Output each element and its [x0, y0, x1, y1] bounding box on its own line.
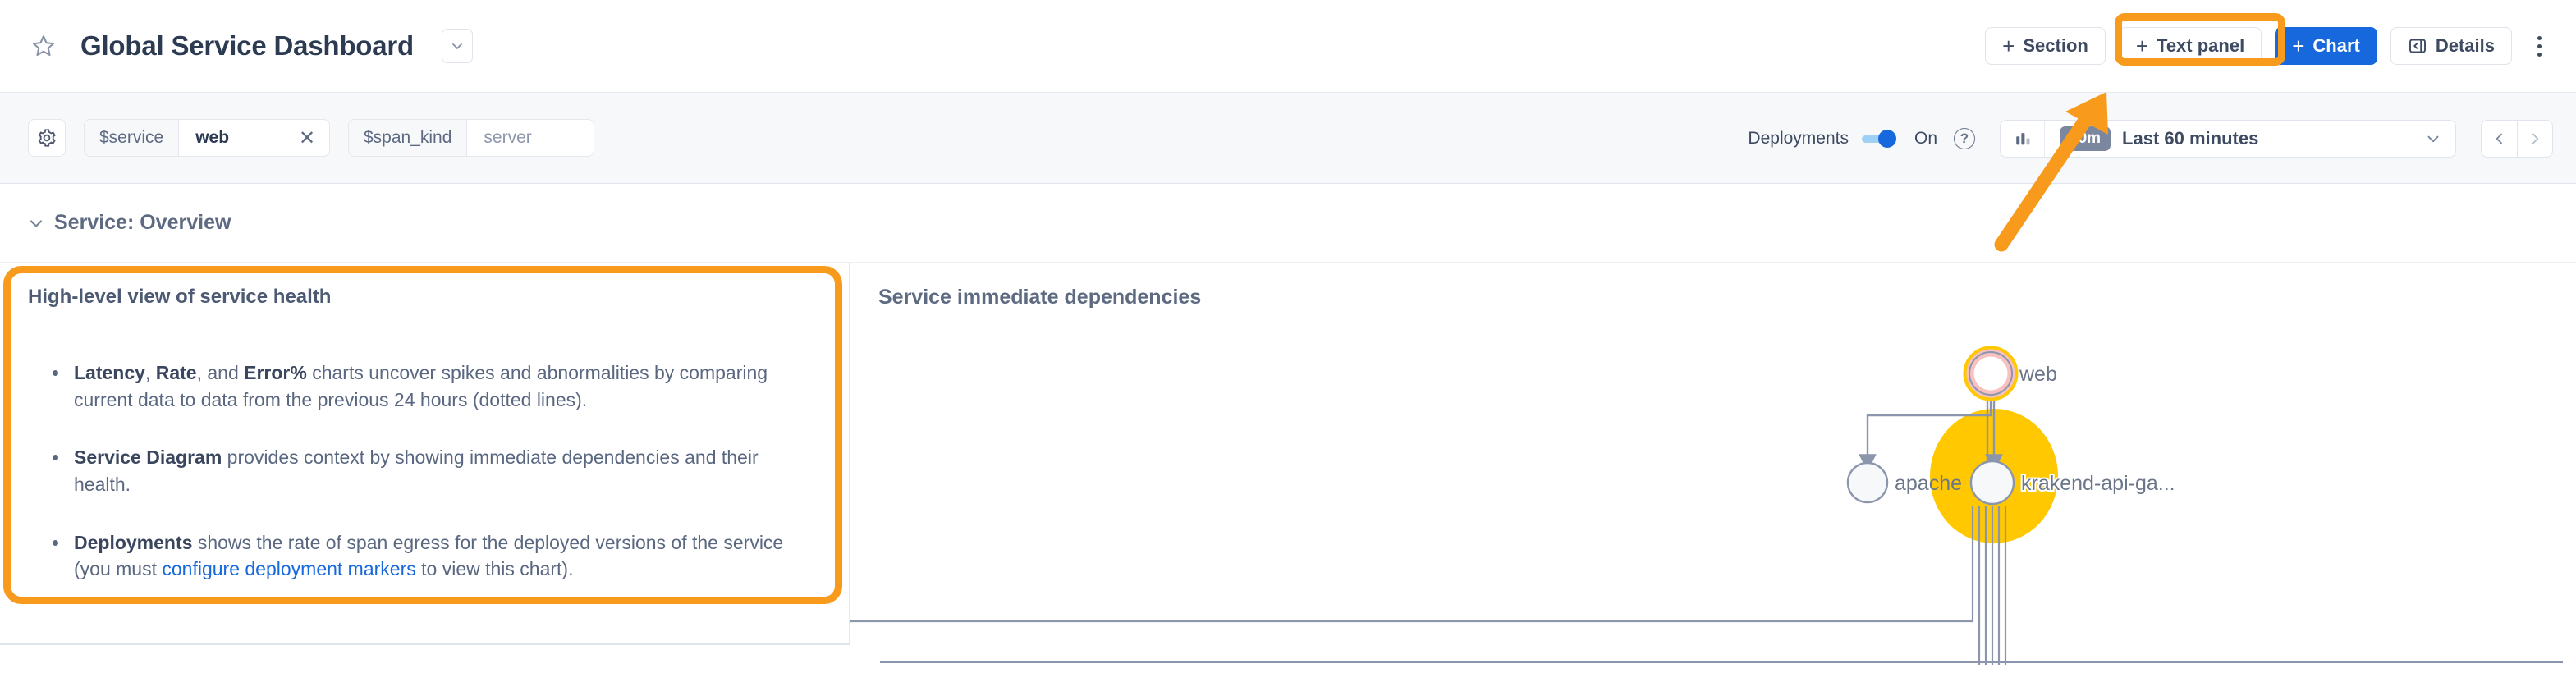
chevron-left-icon	[2496, 133, 2502, 144]
filter-chip-service[interactable]: $service web ✕	[84, 119, 330, 157]
details-button[interactable]: Details	[2390, 27, 2512, 65]
chevron-down-icon	[452, 43, 462, 49]
add-chart-button[interactable]: + Chart	[2275, 27, 2377, 65]
time-histogram-icon[interactable]	[2001, 121, 2045, 157]
favorite-star-icon[interactable]	[28, 30, 59, 62]
bullet-text: to view this chart).	[415, 558, 574, 580]
node-label-apache: apache	[1895, 472, 1962, 495]
web-error-ring	[1966, 349, 2015, 398]
more-options-kebab-icon[interactable]	[2525, 27, 2553, 65]
bullet-text: , and	[196, 362, 245, 383]
add-chart-label: Chart	[2312, 35, 2360, 56]
filter-key-service: $service	[85, 120, 180, 156]
filter-bar-right: Deployments On ? 60m Last 60 minutes	[1748, 93, 2553, 185]
panel-collapse-icon	[2408, 36, 2427, 56]
bullet-emphasis: Latency	[74, 362, 145, 383]
chevron-down-icon[interactable]	[2424, 130, 2442, 148]
diagram-axis-line	[880, 661, 2563, 663]
filter-key-span-kind: $span_kind	[349, 120, 468, 156]
plus-icon: +	[2002, 34, 2015, 58]
page-title: Global Service Dashboard	[80, 30, 415, 61]
deployments-label: Deployments	[1748, 129, 1849, 148]
text-panel-bullet: Deployments shows the rate of span egres…	[49, 529, 788, 583]
time-nav-group	[2481, 120, 2553, 158]
time-range-badge: 60m	[2060, 126, 2111, 151]
node-label-web: web	[2019, 363, 2057, 386]
node-krakend[interactable]	[1969, 460, 2015, 506]
filter-settings-gear-icon[interactable]	[28, 119, 66, 157]
filter-chip-span-kind[interactable]: $span_kind server	[348, 119, 594, 157]
chevron-down-icon	[30, 219, 43, 227]
service-dependency-diagram[interactable]: apache krakend-api-ga... web	[850, 263, 2576, 665]
dependency-graph-svg[interactable]: apache krakend-api-ga... web	[850, 263, 2576, 665]
filter-value-span-kind[interactable]: server	[467, 120, 594, 156]
top-bar-actions: + Section + Text panel + Chart Details	[1985, 0, 2553, 92]
add-section-button[interactable]: + Section	[1985, 27, 2106, 65]
configure-deployment-markers-link[interactable]: configure deployment markers	[162, 558, 415, 579]
deployments-help-icon[interactable]: ?	[1954, 128, 1975, 149]
toggle-knob	[1877, 130, 1896, 148]
add-text-panel-button[interactable]: + Text panel	[2118, 27, 2262, 65]
top-bar-left: Global Service Dashboard	[0, 29, 474, 63]
bullet-emphasis: Error%	[244, 362, 307, 383]
text-panel-bullet-list: Latency, Rate, and Error% charts uncover…	[49, 359, 821, 583]
filter-value-service[interactable]: web	[179, 120, 285, 156]
time-range-picker[interactable]: 60m Last 60 minutes	[2000, 120, 2456, 158]
edge-krakend-left	[850, 506, 1974, 623]
time-prev-button[interactable]	[2481, 120, 2517, 158]
bullet-emphasis: Rate	[155, 362, 197, 383]
filter-bar: $service web ✕ $span_kind server Deploym…	[0, 92, 2576, 184]
time-range-text: Last 60 minutes	[2122, 128, 2259, 149]
deployments-toggle[interactable]	[1861, 130, 1900, 148]
clear-service-filter-icon[interactable]: ✕	[285, 120, 329, 156]
top-bar: Global Service Dashboard + Section + Tex…	[0, 0, 2576, 92]
time-next-button[interactable]	[2517, 120, 2553, 158]
details-label: Details	[2435, 35, 2495, 56]
add-section-label: Section	[2023, 35, 2088, 56]
dashboard-menu-caret[interactable]	[442, 29, 474, 63]
section-header[interactable]: Service: Overview	[0, 184, 2576, 263]
text-panel-bullet: Latency, Rate, and Error% charts uncover…	[49, 359, 788, 413]
node-web[interactable]	[1969, 351, 2013, 396]
section-collapse-caret[interactable]	[18, 213, 54, 233]
node-apache[interactable]	[1846, 461, 1889, 504]
section-title: Service: Overview	[54, 211, 231, 234]
bullet-emphasis: Service Diagram	[74, 446, 222, 469]
bullet-text: ,	[144, 362, 156, 383]
time-range-value[interactable]: 60m Last 60 minutes	[2045, 121, 2455, 157]
add-text-panel-label: Text panel	[2157, 35, 2245, 56]
bullet-emphasis: Deployments	[74, 531, 193, 553]
deployments-state: On	[1914, 129, 1937, 148]
dashboard-app: Global Service Dashboard + Section + Tex…	[0, 0, 2576, 673]
chevron-right-icon	[2532, 133, 2539, 144]
plus-icon: +	[2135, 34, 2149, 58]
text-panel-bullet: Service Diagram provides context by show…	[49, 444, 788, 497]
node-label-krakend: krakend-api-ga...	[2021, 472, 2175, 495]
text-panel-card[interactable]: High-level view of service health Latenc…	[0, 263, 850, 645]
text-panel-title: High-level view of service health	[28, 286, 332, 308]
plus-icon: +	[2292, 34, 2305, 58]
